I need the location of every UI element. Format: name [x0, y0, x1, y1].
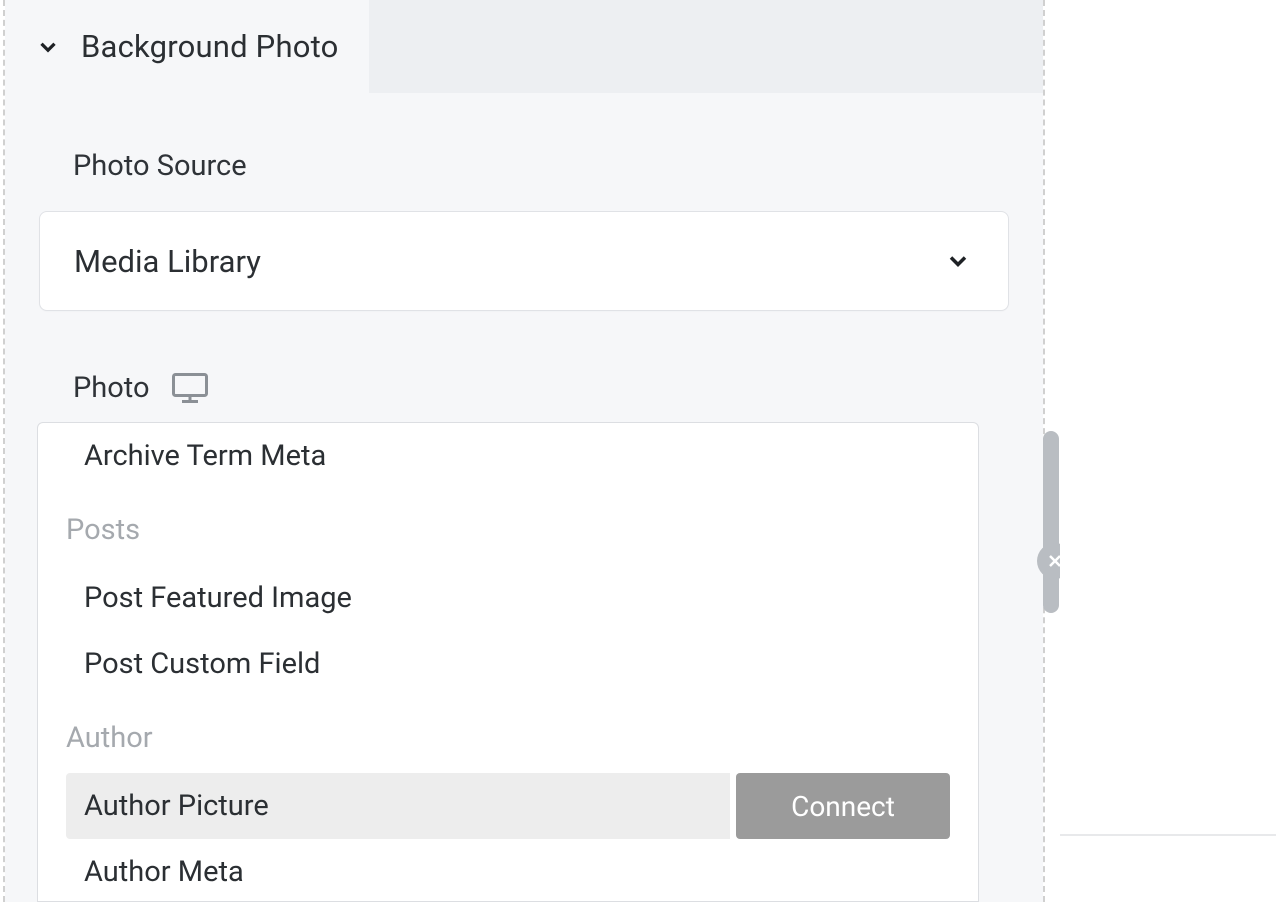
- option-author-picture-row: Author Picture Connect: [66, 773, 950, 839]
- photo-source-label: Photo Source: [39, 149, 1009, 183]
- group-header-author: Author: [38, 697, 978, 773]
- scrollbar-thumb[interactable]: [1043, 431, 1059, 613]
- settings-panel: Background Photo Photo Source Media Libr…: [3, 0, 1045, 902]
- option-author-picture[interactable]: Author Picture: [66, 773, 730, 839]
- chevron-down-icon: [944, 247, 972, 275]
- option-archive-term-meta[interactable]: Archive Term Meta: [38, 427, 978, 489]
- divider: [1060, 834, 1276, 836]
- chevron-down-icon: [35, 34, 61, 60]
- tab-label: Background Photo: [81, 28, 339, 65]
- desktop-icon[interactable]: [172, 373, 208, 403]
- dropdown-list: Archive Term Meta Posts Post Featured Im…: [38, 423, 978, 902]
- photo-label-text: Photo: [73, 371, 150, 405]
- tab-background-photo[interactable]: Background Photo: [5, 0, 369, 93]
- photo-source-dropdown[interactable]: Archive Term Meta Posts Post Featured Im…: [37, 422, 979, 902]
- photo-source-value: Media Library: [74, 243, 261, 280]
- photo-source-select[interactable]: Media Library: [39, 211, 1009, 311]
- option-post-custom-field[interactable]: Post Custom Field: [38, 631, 978, 697]
- option-author-meta[interactable]: Author Meta: [38, 839, 978, 902]
- option-post-featured-image[interactable]: Post Featured Image: [38, 565, 978, 631]
- group-header-posts: Posts: [38, 489, 978, 565]
- canvas-area: [1060, 0, 1276, 902]
- tab-bar: Background Photo: [5, 0, 1043, 93]
- connect-button[interactable]: Connect: [736, 773, 950, 839]
- photo-label: Photo: [39, 371, 1009, 405]
